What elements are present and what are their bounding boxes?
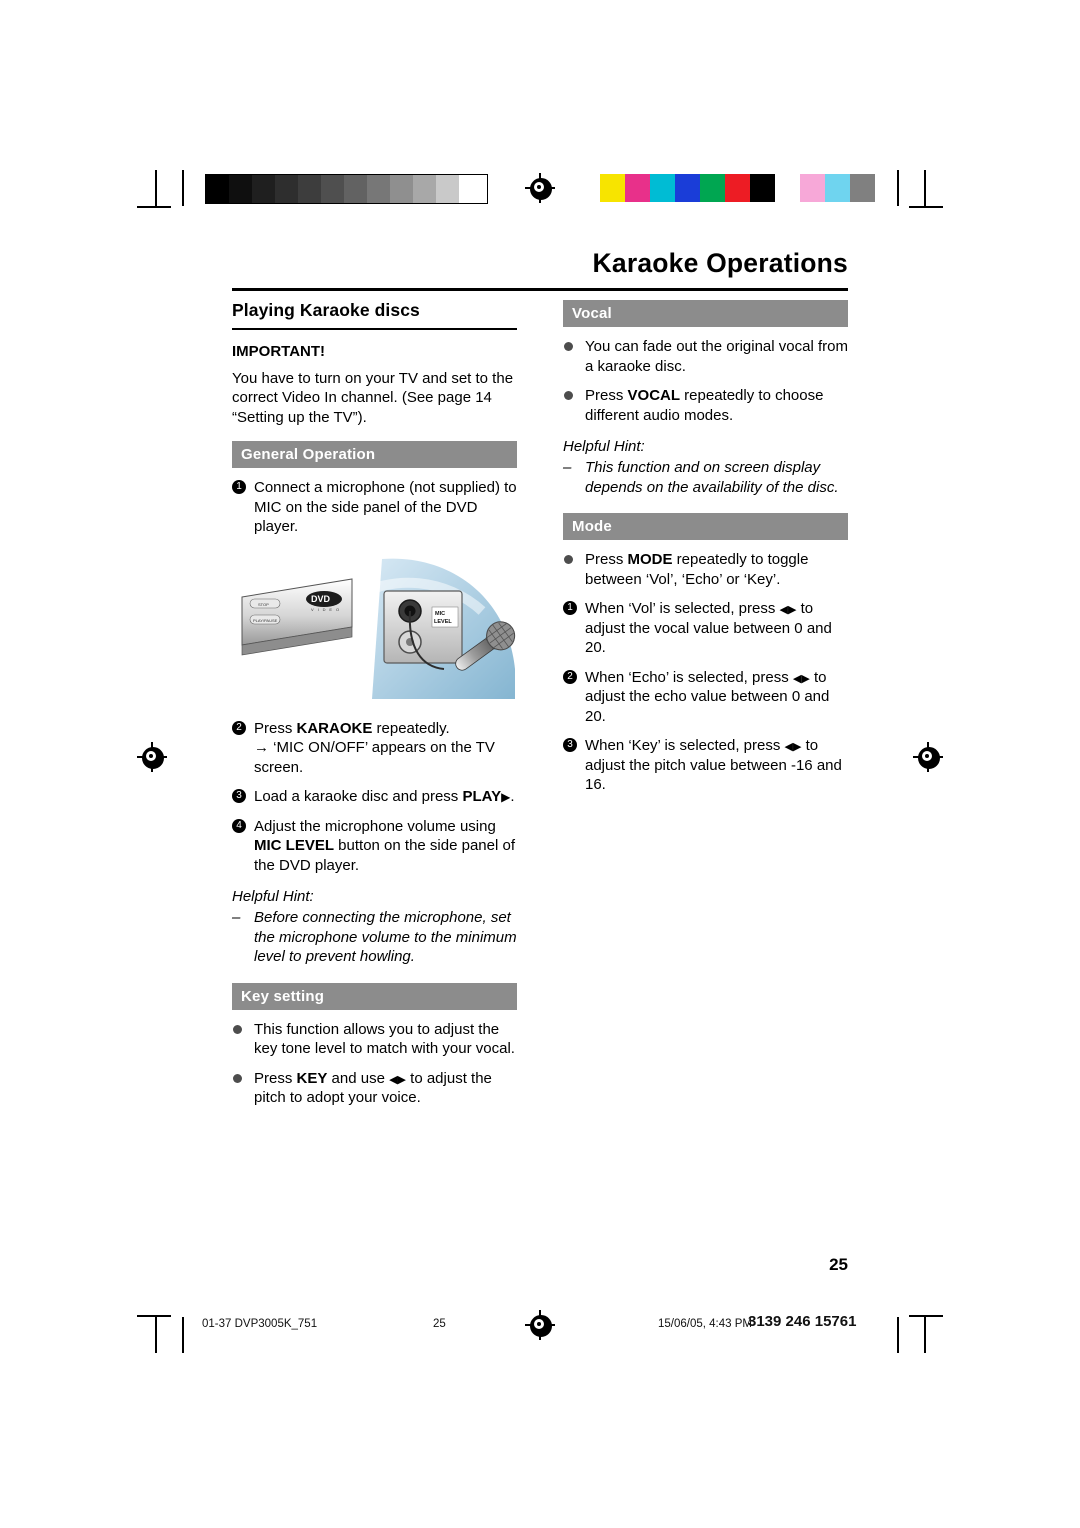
- step2-arrow-note: → ‘MIC ON/OFF’ appears on the TV screen.: [254, 739, 495, 776]
- vocal-text-2a: Press: [585, 387, 628, 404]
- important-label: IMPORTANT!: [232, 343, 326, 360]
- document-page: Karaoke Operations Playing Karaoke discs…: [0, 0, 1080, 1528]
- bullet-icon: [233, 1024, 242, 1034]
- bullet-mode-1: Press MODE repeatedly to toggle between …: [563, 550, 848, 589]
- hint-text: This function and on screen display depe…: [585, 459, 839, 496]
- right-column: Vocal You can fade out the original voca…: [563, 300, 848, 795]
- bar-general-operation: General Operation: [232, 441, 517, 468]
- bar-mode: Mode: [563, 513, 848, 540]
- left-right-arrows-icon: ◀▶: [779, 604, 797, 616]
- title-rule: [232, 288, 848, 291]
- key-setting-text-1: This function allows you to adjust the k…: [254, 1020, 515, 1058]
- step-number: 4: [232, 818, 246, 833]
- mode-1-text-a: When ‘Vol’ is selected, press: [585, 600, 780, 617]
- bar-vocal: Vocal: [563, 300, 848, 327]
- bullet-icon: [564, 555, 573, 564]
- left-right-arrows-icon: ◀▶: [389, 1073, 406, 1086]
- mode-2-text-a: When ‘Echo’ is selected, press: [585, 668, 793, 686]
- step-number: 1: [232, 480, 246, 494]
- step3-bold: PLAY: [462, 788, 502, 805]
- mode-text-a: Press: [585, 551, 628, 568]
- step2-text-b: repeatedly.: [372, 719, 450, 737]
- helpful-hint-body-right: – This function and on screen display de…: [563, 458, 848, 497]
- section-heading-playing-karaoke-discs: Playing Karaoke discs: [232, 300, 517, 330]
- step4-text-a: Adjust the microphone volume using: [254, 817, 496, 835]
- key-setting-text-2a: Press: [254, 1069, 297, 1087]
- key-setting-text-2b: and use: [327, 1069, 390, 1087]
- left-right-arrows-icon: ◀▶: [784, 741, 802, 753]
- bullet-icon: [564, 342, 573, 351]
- bullet-icon: [233, 1073, 242, 1083]
- svg-text:PLAY/PAUSE: PLAY/PAUSE: [253, 618, 278, 623]
- svg-text:MIC: MIC: [435, 611, 445, 617]
- play-icon: ▶: [501, 790, 511, 804]
- helpful-hint-title-right: Helpful Hint:: [563, 438, 645, 455]
- page-title: Karaoke Operations: [592, 248, 848, 278]
- footer-filename: 01-37 DVP3005K_751: [202, 1318, 318, 1330]
- list-item-step1: 1 Connect a microphone (not supplied) to…: [232, 478, 517, 537]
- bullet-key-setting-1: This function allows you to adjust the k…: [232, 1020, 517, 1059]
- vocal-button-label: VOCAL: [627, 387, 681, 404]
- footer-page: 25: [433, 1318, 446, 1330]
- hint-dash: –: [563, 459, 572, 476]
- list-item-mode-1: 1 When ‘Vol’ is selected, press ◀▶ to ad…: [563, 599, 848, 658]
- step2-text-a: Press: [254, 719, 297, 737]
- step-number: 2: [232, 720, 246, 735]
- helpful-hint-body-left: – Before connecting the microphone, set …: [232, 908, 517, 967]
- svg-text:STOP: STOP: [258, 602, 269, 607]
- svg-text:V I D E O: V I D E O: [311, 607, 341, 612]
- step4-bold: MIC LEVEL: [254, 837, 335, 854]
- step3-text-b: .: [510, 788, 515, 805]
- list-item-step4: 4 Adjust the microphone volume using MIC…: [232, 817, 517, 876]
- hint-text: Before connecting the microphone, set th…: [254, 909, 517, 965]
- list-item-mode-2: 2 When ‘Echo’ is selected, press ◀▶ to a…: [563, 668, 848, 727]
- hint-dash: –: [232, 909, 241, 926]
- vocal-text-1: You can fade out the original vocal from…: [585, 338, 848, 375]
- bullet-vocal-2: Press VOCAL repeatedly to choose differe…: [563, 386, 848, 425]
- helpful-hint-title-left: Helpful Hint:: [232, 888, 314, 905]
- list-item-step2: 2 Press KARAOKE repeatedly. → ‘MIC ON/OF…: [232, 719, 517, 778]
- key-button-label: KEY: [296, 1069, 328, 1087]
- step-number: 1: [563, 601, 577, 615]
- step-number: 3: [563, 738, 577, 752]
- step-number: 2: [563, 669, 577, 684]
- bullet-icon: [564, 391, 573, 400]
- left-right-arrows-icon: ◀▶: [792, 672, 810, 685]
- step-number: 3: [232, 789, 246, 803]
- important-text: You have to turn on your TV and set to t…: [232, 369, 514, 426]
- page-number: 25: [829, 1255, 848, 1274]
- left-column: Playing Karaoke discs IMPORTANT! You hav…: [232, 300, 517, 1108]
- step2-bold: KARAOKE: [296, 719, 373, 737]
- step1-text: Connect a microphone (not supplied) to M…: [254, 479, 517, 535]
- step3-text-a: Load a karaoke disc and press: [254, 788, 463, 805]
- svg-text:LEVEL: LEVEL: [434, 619, 452, 625]
- mode-button-label: MODE: [627, 551, 673, 568]
- bullet-key-setting-2: Press KEY and use ◀▶ to adjust the pitch…: [232, 1069, 517, 1108]
- bar-key-setting: Key setting: [232, 982, 517, 1010]
- footer-code: 3139 246 15761: [748, 1313, 857, 1330]
- mode-3-text-a: When ‘Key’ is selected, press: [585, 737, 785, 754]
- list-item-mode-3: 3 When ‘Key’ is selected, press ◀▶ to ad…: [563, 736, 848, 795]
- list-item-step3: 3 Load a karaoke disc and press PLAY▶.: [232, 787, 517, 807]
- footer-timestamp: 15/06/05, 4:43 PM: [658, 1318, 752, 1330]
- figure-microphone-connection: STOP PLAY/PAUSE DVD V I D E O MIC LEVEL: [232, 548, 517, 709]
- svg-text:DVD: DVD: [311, 594, 331, 604]
- bullet-vocal-1: You can fade out the original vocal from…: [563, 337, 848, 376]
